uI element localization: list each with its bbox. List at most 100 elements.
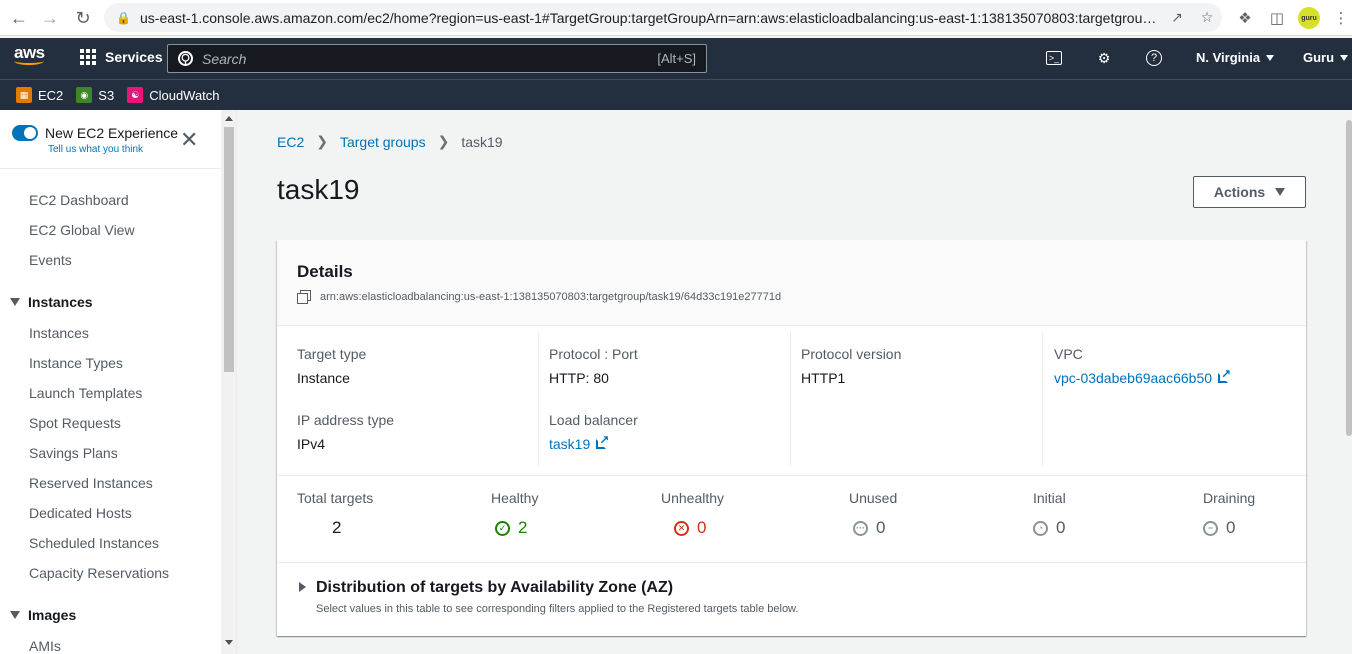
- error-circle-icon: ✕: [674, 520, 689, 536]
- breadcrumb-current: task19: [461, 133, 503, 150]
- sidebar-item-ec2-dashboard[interactable]: EC2 Dashboard: [29, 192, 129, 208]
- vpc-link[interactable]: vpc-03dabeb69aac66b50: [1054, 367, 1232, 386]
- favorite-ec2[interactable]: ▦ EC2: [16, 87, 63, 103]
- details-column-3: Protocol version HTTP1: [801, 326, 1041, 465]
- favorite-cloudwatch[interactable]: ☯ CloudWatch: [127, 87, 220, 103]
- breadcrumb: EC2 ❯ Target groups ❯ task19: [277, 133, 503, 150]
- sidebar-item-events[interactable]: Events: [29, 252, 72, 268]
- details-panel: Details arn:aws:elasticloadbalancing:us-…: [277, 240, 1306, 636]
- stat-healthy: Healthy ✓ 2: [491, 490, 539, 537]
- distribution-title: Distribution of targets by Availability …: [316, 579, 674, 596]
- sidebar-section-instances[interactable]: Instances: [10, 294, 93, 310]
- new-experience-toggle[interactable]: [12, 125, 38, 141]
- favorite-s3[interactable]: ◉ S3: [76, 87, 114, 103]
- browser-toolbar: ← → ↻ 🔒 us-east-1.console.aws.amazon.com…: [0, 0, 1352, 36]
- sidebar-item-ec2-global-view[interactable]: EC2 Global View: [29, 222, 135, 238]
- sidebar-item-savings-plans[interactable]: Savings Plans: [29, 445, 118, 461]
- page-scrollbar-thumb[interactable]: [1346, 120, 1352, 436]
- healthy-count[interactable]: ✓ 2: [495, 518, 527, 538]
- actions-dropdown-button[interactable]: Actions: [1193, 176, 1306, 208]
- services-menu-button[interactable]: Services: [80, 49, 163, 65]
- sidebar-item-spot-requests[interactable]: Spot Requests: [29, 415, 121, 431]
- external-link-icon: [596, 433, 610, 451]
- stat-unused: Unused ··· 0: [849, 490, 898, 537]
- load-balancer-link[interactable]: task19: [549, 433, 610, 452]
- protocol-version-label: Protocol version: [801, 346, 902, 362]
- url-text[interactable]: us-east-1.console.aws.amazon.com/ec2/hom…: [140, 10, 1162, 26]
- caret-down-icon: [1266, 54, 1275, 61]
- chevron-right-icon: ❯: [316, 133, 328, 149]
- browser-menu-icon[interactable]: ⋮: [1327, 4, 1352, 32]
- details-column-4: VPC vpc-03dabeb69aac66b50: [1054, 326, 1294, 465]
- search-icon: ⚲: [178, 51, 193, 66]
- share-icon[interactable]: ↗: [1162, 9, 1192, 26]
- breadcrumb-ec2-link[interactable]: EC2: [277, 134, 304, 150]
- ip-type-label: IP address type: [297, 412, 395, 428]
- draining-count[interactable]: −0: [1203, 518, 1235, 538]
- forward-icon[interactable]: →: [34, 2, 66, 34]
- caret-right-icon: [299, 582, 306, 592]
- unused-count[interactable]: ··· 0: [853, 518, 885, 538]
- sidebar-item-scheduled-instances[interactable]: Scheduled Instances: [29, 535, 159, 551]
- back-icon[interactable]: ←: [3, 2, 35, 34]
- side-panel-icon[interactable]: ◫: [1263, 4, 1291, 32]
- services-grid-icon: [80, 49, 96, 65]
- scrollbar-thumb[interactable]: [224, 127, 234, 372]
- chevron-right-icon: ❯: [437, 133, 450, 149]
- sidebar-section-images[interactable]: Images: [10, 607, 76, 623]
- help-icon[interactable]: ?: [1144, 48, 1164, 68]
- extensions-puzzle-icon[interactable]: ❖: [1231, 4, 1259, 32]
- favorites-bar: ▦ EC2 ◉ S3 ☯ CloudWatch: [0, 79, 1352, 110]
- sidebar-item-amis[interactable]: AMIs: [29, 638, 61, 654]
- copy-icon[interactable]: [297, 290, 311, 304]
- close-icon[interactable]: ✕: [180, 129, 198, 151]
- vpc-label: VPC: [1054, 346, 1083, 362]
- feedback-link[interactable]: Tell us what you think: [48, 144, 143, 155]
- divider: [1042, 332, 1043, 466]
- breadcrumb-target-groups-link[interactable]: Target groups: [340, 134, 426, 150]
- divider: [538, 332, 539, 466]
- sidebar-item-launch-templates[interactable]: Launch Templates: [29, 385, 142, 401]
- search-input[interactable]: ⚲ Search [Alt+S]: [167, 44, 707, 73]
- sidebar-item-instances[interactable]: Instances: [29, 325, 89, 341]
- region-selector[interactable]: N. Virginia: [1196, 50, 1275, 65]
- cloudwatch-service-icon: ☯: [127, 87, 144, 103]
- scroll-down-icon[interactable]: [225, 640, 233, 645]
- cloudshell-icon[interactable]: >_: [1044, 48, 1064, 68]
- divider: [790, 332, 791, 466]
- caret-down-icon: [1275, 188, 1286, 196]
- sidebar-scrollbar[interactable]: [221, 110, 237, 654]
- ec2-service-icon: ▦: [16, 87, 32, 103]
- details-column-2: Protocol : Port HTTP: 80 Load balancer t…: [549, 326, 789, 465]
- unhealthy-count[interactable]: ✕ 0: [674, 518, 706, 538]
- bookmark-star-icon[interactable]: ☆: [1192, 9, 1222, 26]
- stat-unhealthy: Unhealthy ✕ 0: [661, 490, 725, 537]
- ip-type-value: IPv4: [297, 436, 326, 452]
- caret-down-icon: [10, 298, 20, 306]
- aws-logo[interactable]: aws: [14, 44, 48, 71]
- initial-count[interactable]: ◔ 0: [1033, 518, 1065, 538]
- notifications-bell-icon[interactable]: ⚙: [1094, 48, 1114, 68]
- sidebar-item-capacity-reservations[interactable]: Capacity Reservations: [29, 565, 169, 581]
- s3-service-icon: ◉: [76, 87, 93, 103]
- page-title: task19: [277, 174, 360, 205]
- guru-extension-icon[interactable]: guru: [1295, 4, 1323, 32]
- target-type-value: Instance: [297, 370, 350, 386]
- total-targets-value[interactable]: 2: [332, 518, 341, 538]
- lock-icon: 🔒: [116, 10, 131, 25]
- target-type-label: Target type: [297, 346, 367, 362]
- sidebar-item-dedicated-hosts[interactable]: Dedicated Hosts: [29, 505, 132, 521]
- caret-down-icon: [1340, 54, 1349, 61]
- address-bar[interactable]: 🔒 us-east-1.console.aws.amazon.com/ec2/h…: [104, 3, 1222, 32]
- sidebar-item-instance-types[interactable]: Instance Types: [29, 355, 123, 371]
- aws-top-navigation: aws Services ⚲ Search [Alt+S] >_ ⚙ ? N. …: [0, 38, 1352, 79]
- account-menu[interactable]: Guru: [1303, 50, 1349, 65]
- scroll-up-icon[interactable]: [225, 116, 233, 121]
- check-circle-icon: ✓: [495, 520, 510, 536]
- reload-icon[interactable]: ↻: [67, 2, 99, 34]
- clock-icon: ◔: [1033, 520, 1048, 536]
- divider: [277, 475, 1306, 476]
- divider: [0, 168, 221, 169]
- sidebar-item-reserved-instances[interactable]: Reserved Instances: [29, 475, 153, 491]
- ellipsis-circle-icon: ···: [853, 520, 868, 536]
